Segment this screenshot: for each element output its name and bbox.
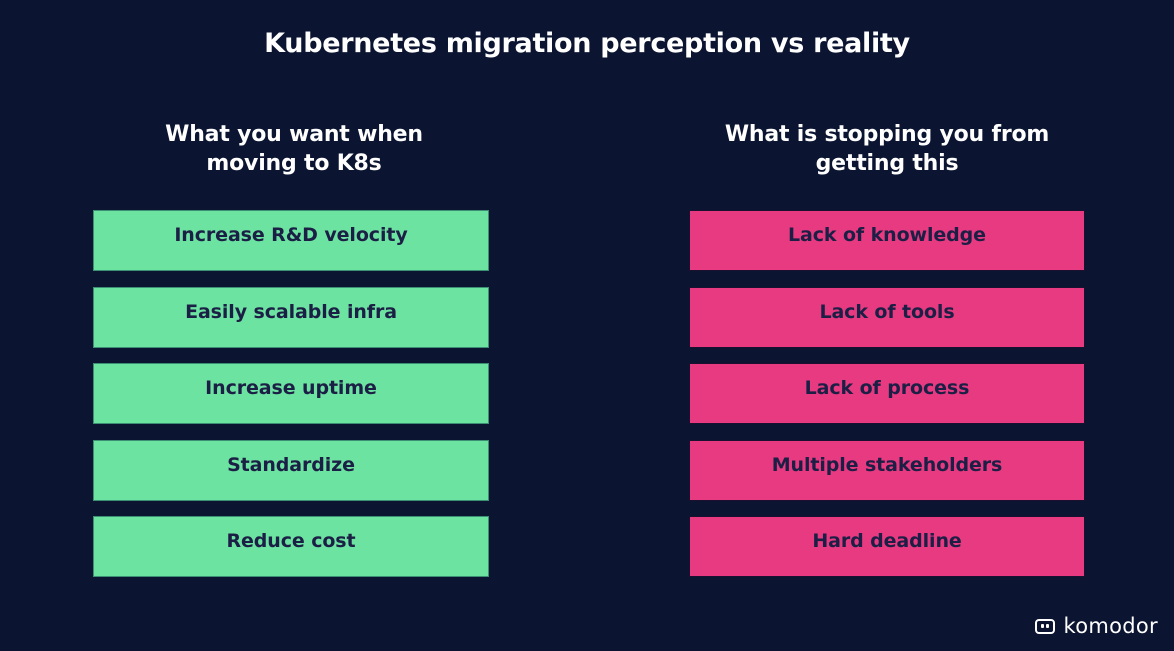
want-box-label: Easily scalable infra [185, 301, 397, 323]
want-box: Standardize [93, 440, 489, 501]
blocker-box-label: Hard deadline [812, 530, 962, 552]
want-box-label: Reduce cost [226, 530, 356, 552]
want-column-heading: What you want when moving to K8s [84, 120, 504, 178]
want-box: Increase uptime [93, 363, 489, 424]
want-box-label: Increase R&D velocity [174, 224, 408, 246]
brand-name: komodor [1063, 614, 1158, 638]
blocker-box: Multiple stakeholders [689, 440, 1085, 501]
want-box: Increase R&D velocity [93, 210, 489, 271]
blocker-box-label: Lack of tools [819, 301, 955, 323]
page-title: Kubernetes migration perception vs reali… [264, 28, 910, 59]
komodor-logo-icon [1034, 618, 1055, 634]
blocker-box-label: Lack of knowledge [788, 224, 986, 246]
blocker-heading-line-2: getting this [815, 151, 959, 176]
blocker-column-heading: What is stopping you from getting this [677, 120, 1097, 178]
blocker-box-label: Lack of process [804, 377, 970, 399]
want-heading-line-2: moving to K8s [206, 151, 382, 176]
komodor-logo: komodor [1034, 614, 1158, 638]
want-box-label: Increase uptime [205, 377, 377, 399]
want-box: Reduce cost [93, 516, 489, 577]
blocker-box: Hard deadline [689, 516, 1085, 577]
want-heading-line-1: What you want when [165, 122, 423, 147]
blocker-box: Lack of knowledge [689, 210, 1085, 271]
blocker-box: Lack of tools [689, 287, 1085, 348]
blocker-box-label: Multiple stakeholders [771, 454, 1003, 476]
want-box-label: Standardize [227, 454, 355, 476]
blocker-box: Lack of process [689, 363, 1085, 424]
blocker-heading-line-1: What is stopping you from [724, 122, 1050, 147]
want-box: Easily scalable infra [93, 287, 489, 348]
